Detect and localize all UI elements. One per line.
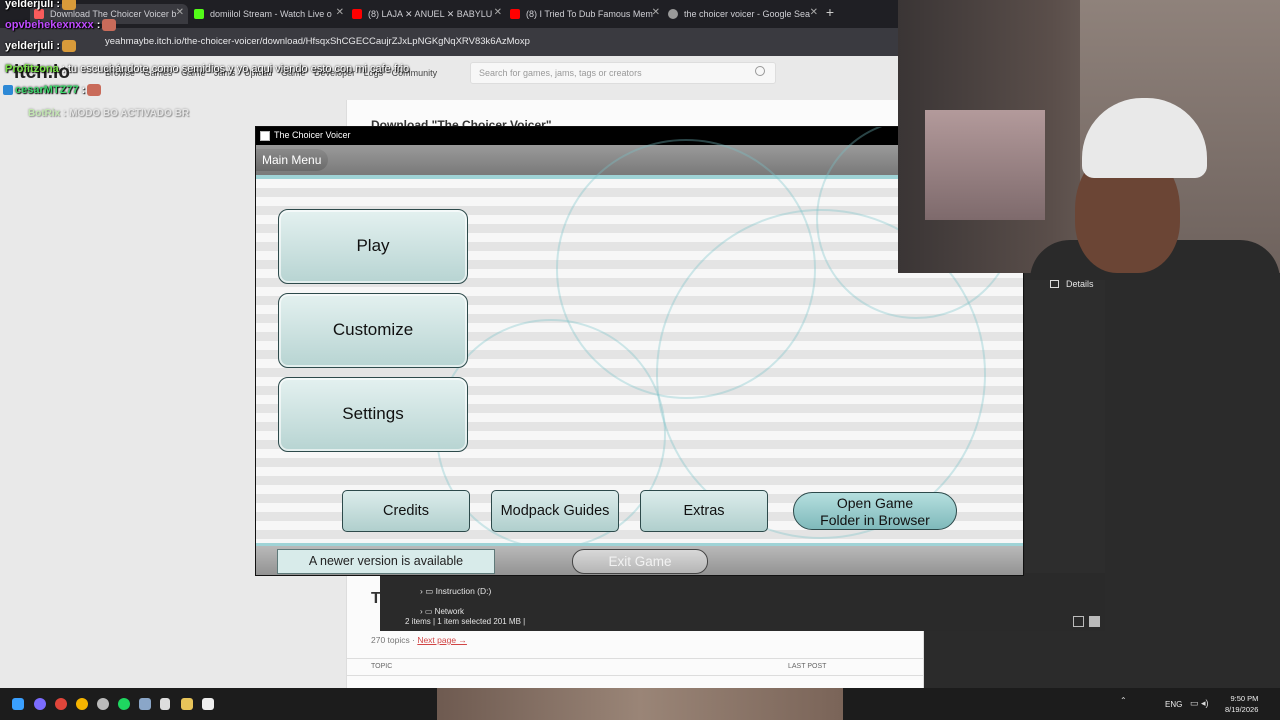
close-tab-icon[interactable]: ✕: [652, 7, 660, 18]
chat-text: : MODO BO ACTIVADO BR: [60, 108, 190, 119]
credits-button[interactable]: Credits: [342, 490, 470, 532]
close-tab-icon[interactable]: ✕: [336, 7, 344, 18]
kick-favicon-icon: [194, 9, 204, 19]
chat-username: opvbehekexnxxx: [5, 19, 94, 31]
chat-username: yelderjuli: [5, 40, 54, 52]
steam-icon[interactable]: [139, 698, 151, 710]
open-folder-line1: Open Game: [836, 495, 914, 511]
chat-username: yelderjuli: [5, 0, 54, 10]
clock[interactable]: 9:50 PM 8/19/2026: [1225, 693, 1258, 715]
chat-message: cesarMTZ77 :: [3, 84, 102, 97]
topic-table-header: [346, 658, 924, 676]
tab-youtube-laja[interactable]: (8) LAJA ✕ ANUEL ✕ BABYLU ✕: [348, 4, 506, 24]
tab-label: the choicer voicer - Google Sea: [684, 9, 811, 19]
topic-column-header: TOPIC: [371, 663, 393, 670]
chat-text: :: [53, 0, 61, 10]
customize-button[interactable]: Customize: [278, 293, 468, 368]
language-indicator[interactable]: ENG: [1165, 700, 1182, 709]
explorer-network-item[interactable]: › ▭ Network: [420, 607, 464, 616]
chat-message: yelderjuli :: [5, 0, 77, 11]
chat-message: opvbehekexnxxx :: [5, 19, 117, 32]
google-favicon-icon: [668, 9, 678, 19]
search-icon[interactable]: [755, 66, 765, 76]
chrome-icon[interactable]: [76, 698, 88, 710]
emote-icon: [62, 40, 77, 53]
details-button[interactable]: Details: [1066, 279, 1094, 289]
itch-favicon-icon: [34, 9, 44, 19]
chat-username: BotRix: [28, 108, 61, 119]
tab-label: (8) I Tried To Dub Famous Mem: [526, 9, 653, 19]
close-tab-icon[interactable]: ✕: [494, 7, 502, 18]
details-icon[interactable]: [1050, 280, 1059, 288]
play-button[interactable]: Play: [278, 209, 468, 284]
start-icon[interactable]: [12, 698, 24, 710]
chat-text: :: [78, 84, 86, 96]
network-volume-icon[interactable]: ▭ ◂): [1190, 698, 1230, 708]
game-taskbar-icon[interactable]: [202, 698, 214, 710]
app-icon: [260, 131, 270, 141]
emote-icon: [102, 19, 117, 32]
app-icon[interactable]: [160, 698, 170, 710]
app-icon[interactable]: [34, 698, 46, 710]
clock-time: 9:50 PM: [1230, 694, 1259, 703]
chrome-icon[interactable]: [55, 698, 67, 710]
open-folder-line2: Folder in Browser: [820, 512, 930, 528]
chat-text: :: [53, 40, 61, 52]
tab-label: domiilol Stream - Watch Live o: [210, 9, 332, 19]
spotify-icon[interactable]: [118, 698, 130, 710]
emote-icon: [62, 0, 77, 11]
main-menu-label: Main Menu: [256, 149, 328, 171]
new-tab-button[interactable]: +: [822, 4, 838, 20]
explorer-details-pane: [1025, 273, 1105, 573]
update-notice[interactable]: A newer version is available: [277, 549, 495, 574]
chat-message: Profitzona : tu escuchándote como semidi…: [5, 63, 409, 75]
drive-label: Instruction (D:): [435, 586, 492, 596]
youtube-favicon-icon: [352, 9, 362, 19]
webcam-shelf: [925, 110, 1045, 220]
search-input[interactable]: Search for games, jams, tags or creators: [470, 62, 776, 84]
exit-game-button[interactable]: Exit Game: [572, 549, 708, 574]
chat-text: : tu escuchándote como semidios y yo aqu…: [58, 63, 410, 75]
explorer-status-bar: 2 items | 1 item selected 201 MB |: [405, 617, 526, 626]
folder-icon[interactable]: [181, 698, 193, 710]
obs-icon[interactable]: [97, 698, 109, 710]
tiles-view-icon[interactable]: [1089, 616, 1100, 627]
clock-date: 8/19/2026: [1225, 705, 1259, 714]
modpack-guides-button[interactable]: Modpack Guides: [491, 490, 619, 532]
prime-badge-icon: [3, 85, 13, 96]
details-view-icon[interactable]: [1073, 616, 1084, 627]
tab-label: (8) LAJA ✕ ANUEL ✕ BABYLU: [368, 8, 493, 19]
emote-icon: [87, 84, 102, 97]
chat-username: cesarMTZ77: [15, 84, 79, 96]
last-post-column-header: LAST POST: [788, 663, 827, 670]
taskbar-preview-thumbnail: [437, 688, 843, 720]
chat-message: yelderjuli :: [5, 40, 77, 53]
extras-button[interactable]: Extras: [640, 490, 768, 532]
open-game-folder-button[interactable]: Open Game Folder in Browser: [793, 492, 957, 530]
close-tab-icon[interactable]: ✕: [176, 7, 184, 18]
url-text[interactable]: yeahmaybe.itch.io/the-choicer-voicer/dow…: [105, 36, 530, 47]
next-page-link[interactable]: Next page →: [417, 635, 467, 645]
settings-button[interactable]: Settings: [278, 377, 468, 452]
explorer-drive-item[interactable]: › ▭ Instruction (D:): [420, 586, 491, 597]
topic-count: 270 topics · Next page →: [371, 635, 467, 645]
chat-message: BotRix : MODO BO ACTIVADO BR: [28, 108, 189, 119]
chat-username: Profitzona: [5, 63, 59, 75]
network-label: Network: [434, 607, 465, 616]
topic-count-text: 270 topics ·: [371, 635, 418, 645]
tray-chevron-icon[interactable]: ⌃: [1120, 696, 1127, 705]
tab-youtube-dub[interactable]: (8) I Tried To Dub Famous Mem ✕: [506, 4, 664, 24]
browser-tab-strip: Download The Choicer Voicer b ✕ domiilol …: [0, 0, 900, 28]
youtube-favicon-icon: [510, 9, 520, 19]
close-tab-icon[interactable]: ✕: [810, 7, 818, 18]
tab-kick-stream[interactable]: domiilol Stream - Watch Live o ✕: [190, 4, 348, 24]
tab-google-search[interactable]: the choicer voicer - Google Sea ✕: [664, 4, 822, 24]
game-window-title: The Choicer Voicer: [274, 130, 351, 140]
tab-label: Download The Choicer Voicer b: [50, 9, 177, 19]
chat-text: :: [93, 19, 101, 31]
